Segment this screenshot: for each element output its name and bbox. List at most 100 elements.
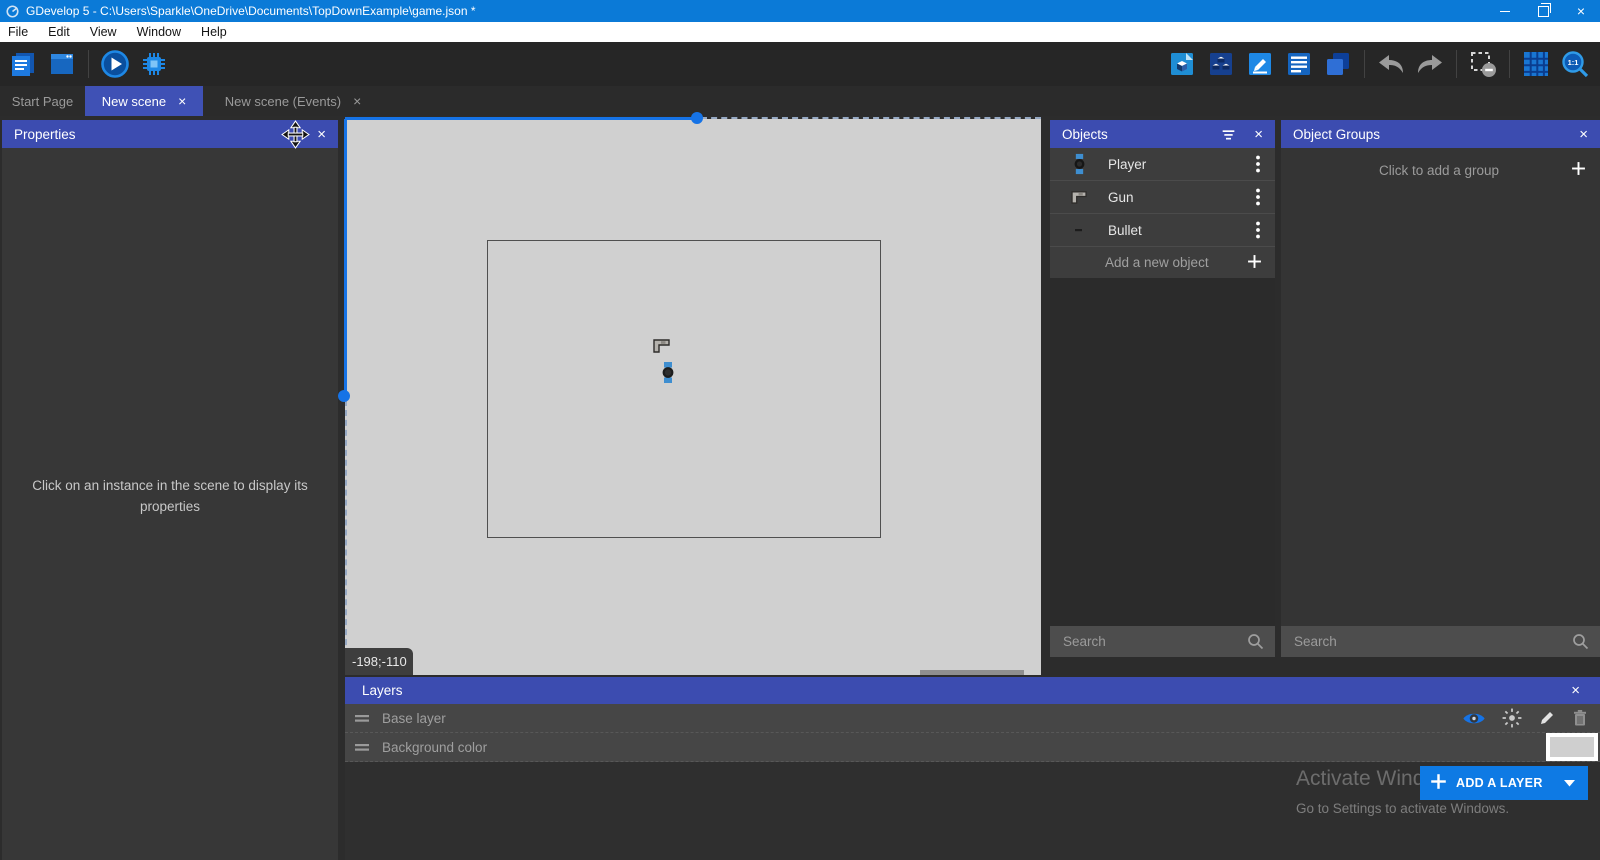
- menu-view[interactable]: View: [80, 22, 127, 42]
- close-panel-icon[interactable]: ×: [1254, 127, 1263, 142]
- close-button[interactable]: ×: [1562, 0, 1600, 22]
- close-icon: ×: [1577, 3, 1585, 19]
- object-name: Player: [1108, 157, 1241, 172]
- object-menu-icon[interactable]: [1241, 155, 1275, 173]
- open-properties-button[interactable]: [1245, 49, 1275, 79]
- tab-label: Start Page: [12, 94, 73, 109]
- minimize-button[interactable]: [1486, 0, 1524, 22]
- toggle-grid-button[interactable]: [1521, 49, 1551, 79]
- zoom-1-1-icon: 1:1: [1561, 50, 1589, 78]
- toolbar-separator: [1509, 50, 1510, 78]
- close-panel-icon[interactable]: ×: [1571, 683, 1580, 698]
- object-row-player[interactable]: Player: [1050, 148, 1275, 181]
- object-menu-icon[interactable]: [1241, 221, 1275, 239]
- background-color-swatch[interactable]: [1546, 733, 1598, 761]
- plus-icon: [1430, 773, 1447, 793]
- object-groups-panel: Object Groups × Click to add a group: [1281, 120, 1600, 657]
- window-icon: [48, 50, 76, 78]
- debug-chip-icon: [140, 50, 168, 78]
- gdevelop-window: GDevelop 5 - C:\Users\Sparkle\OneDrive\D…: [0, 0, 1600, 860]
- restore-button[interactable]: [1524, 0, 1562, 22]
- undo-button[interactable]: [1376, 49, 1406, 79]
- tab-start-page[interactable]: Start Page: [0, 86, 85, 116]
- add-a-layer-button[interactable]: ADD A LAYER: [1420, 766, 1588, 800]
- resize-handle-top[interactable]: [691, 112, 703, 124]
- menu-help[interactable]: Help: [191, 22, 237, 42]
- chevron-down-icon: [1564, 780, 1575, 787]
- title-bar: GDevelop 5 - C:\Users\Sparkle\OneDrive\D…: [0, 0, 1600, 22]
- object-row-bullet[interactable]: Bullet: [1050, 214, 1275, 247]
- open-object-groups-editor-button[interactable]: [1206, 49, 1236, 79]
- add-new-object-button[interactable]: Add a new object: [1050, 247, 1275, 278]
- gun-instance[interactable]: [653, 338, 671, 353]
- add-layer-dropdown[interactable]: [1551, 780, 1588, 787]
- game-window-left-border-dashed: [345, 400, 347, 675]
- layer-effects-icon[interactable]: [1502, 708, 1522, 728]
- object-menu-icon[interactable]: [1241, 188, 1275, 206]
- toolbar-separator: [1456, 50, 1457, 78]
- plus-icon: [1247, 254, 1262, 272]
- tab-close-icon[interactable]: ×: [353, 94, 361, 108]
- play-preview-button[interactable]: [100, 49, 130, 79]
- mouse-move-cursor: [281, 120, 310, 149]
- tab-label: New scene (Events): [225, 94, 341, 109]
- tab-new-scene[interactable]: New scene ×: [85, 86, 203, 116]
- layer-actions: [1462, 708, 1588, 728]
- objects-panel: Objects × Player: [1050, 120, 1275, 657]
- search-icon: [1247, 633, 1264, 650]
- drag-handle-icon[interactable]: [354, 714, 370, 723]
- groups-search-input[interactable]: [1292, 633, 1572, 650]
- close-panel-icon[interactable]: ×: [317, 127, 326, 142]
- object-groups-panel-header: Object Groups ×: [1281, 120, 1600, 148]
- objects-search-input[interactable]: [1061, 633, 1247, 650]
- open-layers-editor-button[interactable]: [1323, 49, 1353, 79]
- activate-windows-watermark-subtext: Go to Settings to activate Windows.: [1296, 801, 1509, 816]
- svg-text:1:1: 1:1: [1568, 58, 1579, 67]
- minimize-icon: [1500, 11, 1510, 12]
- toolbar-separator: [88, 50, 89, 78]
- layer-row-background-color[interactable]: Background color: [345, 733, 1600, 762]
- deselect-instances-button[interactable]: [1468, 49, 1498, 79]
- project-manager-button[interactable]: [8, 49, 38, 79]
- open-instances-list-button[interactable]: [1284, 49, 1314, 79]
- groups-search-bar: [1281, 626, 1600, 657]
- menu-bar: File Edit View Window Help: [0, 22, 1600, 42]
- horizontal-scrollbar[interactable]: [920, 670, 1024, 675]
- layer-row-base-layer[interactable]: Base layer: [345, 704, 1600, 733]
- restore-icon: [1538, 6, 1549, 17]
- tab-new-scene-events[interactable]: New scene (Events) ×: [209, 86, 377, 116]
- resize-handle-left[interactable]: [338, 390, 350, 402]
- menu-window[interactable]: Window: [127, 22, 191, 42]
- scene-canvas[interactable]: -198;-110: [345, 119, 1041, 675]
- toolbar-separator: [1364, 50, 1365, 78]
- window-title: GDevelop 5 - C:\Users\Sparkle\OneDrive\D…: [26, 4, 476, 18]
- deselect-icon: [1469, 50, 1497, 78]
- tab-bar: Start Page New scene × New scene (Events…: [0, 86, 1600, 116]
- redo-button[interactable]: [1415, 49, 1445, 79]
- start-page-button[interactable]: [47, 49, 77, 79]
- toolbar-left: [8, 49, 169, 79]
- toolbar-right: 1:1: [1167, 49, 1590, 79]
- edit-layer-pencil-icon[interactable]: [1538, 709, 1556, 727]
- close-panel-icon[interactable]: ×: [1579, 127, 1588, 142]
- layer-name: Background color: [382, 740, 487, 755]
- layers-panel-header: Layers ×: [345, 677, 1600, 704]
- delete-layer-trash-icon[interactable]: [1572, 709, 1588, 727]
- menu-edit[interactable]: Edit: [38, 22, 80, 42]
- properties-pencil-icon: [1246, 50, 1274, 78]
- player-object-icon: [1050, 153, 1108, 175]
- menu-file[interactable]: File: [4, 22, 38, 42]
- zoom-1-1-button[interactable]: 1:1: [1560, 49, 1590, 79]
- game-window-top-border-dashed: [701, 117, 1041, 119]
- player-instance[interactable]: [662, 362, 674, 383]
- visibility-eye-icon[interactable]: [1462, 710, 1486, 727]
- object-row-gun[interactable]: Gun: [1050, 181, 1275, 214]
- filter-icon[interactable]: [1221, 127, 1236, 142]
- tab-close-icon[interactable]: ×: [178, 94, 186, 108]
- open-objects-editor-button[interactable]: [1167, 49, 1197, 79]
- object-name: Bullet: [1108, 223, 1241, 238]
- editor-content: Properties × Click on an instance in the…: [0, 116, 1600, 860]
- drag-handle-icon[interactable]: [354, 743, 370, 752]
- add-group-button[interactable]: Click to add a group: [1281, 148, 1600, 192]
- debug-button[interactable]: [139, 49, 169, 79]
